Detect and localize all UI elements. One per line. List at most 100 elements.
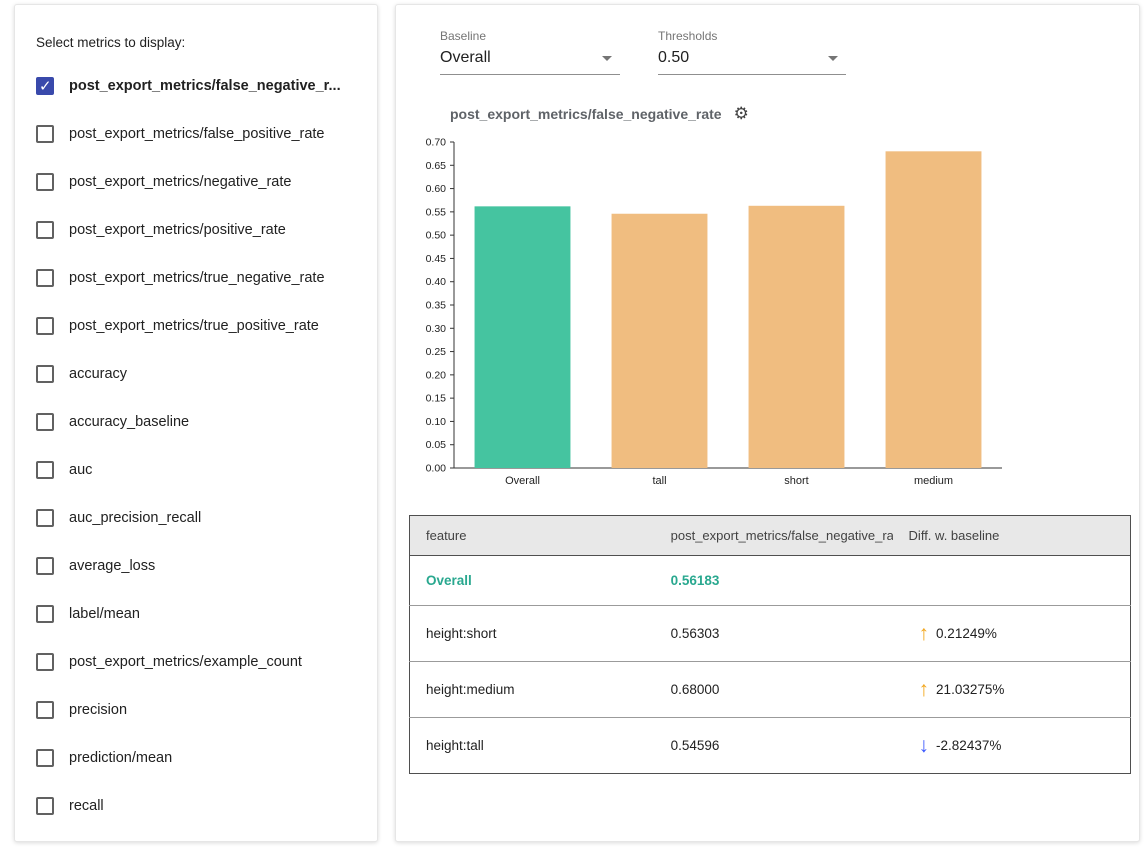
checkbox-icon[interactable]: [36, 365, 54, 383]
bar-tall[interactable]: [612, 214, 708, 468]
bar-chart: 0.000.050.100.150.200.250.300.350.400.45…: [408, 134, 1127, 501]
metric-label: post_export_metrics/true_positive_rate: [69, 318, 319, 334]
metric-checkbox-item[interactable]: accuracy: [36, 350, 359, 398]
checkbox-icon[interactable]: [36, 413, 54, 431]
metric-value-cell: 0.56303: [655, 606, 893, 662]
checkbox-icon[interactable]: [36, 317, 54, 335]
diff-inner: ↑ 0.21249%: [909, 623, 997, 644]
metric-checkbox-item[interactable]: label/mean: [36, 590, 359, 638]
thresholds-selected-value: 0.50: [658, 49, 689, 67]
checkbox-icon[interactable]: [36, 605, 54, 623]
y-tick-label: 0.65: [426, 160, 447, 172]
metric-checkbox-item[interactable]: post_export_metrics/example_count: [36, 638, 359, 686]
metric-checkbox-item[interactable]: precision: [36, 686, 359, 734]
chart-title: post_export_metrics/false_negative_rate: [450, 106, 722, 122]
chevron-down-icon: [602, 56, 612, 61]
metric-label: post_export_metrics/false_positive_rate: [69, 126, 325, 142]
metric-label: accuracy_baseline: [69, 414, 189, 430]
y-tick-label: 0.40: [426, 276, 447, 288]
metric-checkbox-item[interactable]: accuracy_baseline: [36, 398, 359, 446]
metric-selector-title: Select metrics to display:: [36, 35, 359, 50]
metric-checkbox-item[interactable]: post_export_metrics/true_negative_rate: [36, 254, 359, 302]
metric-label: accuracy: [69, 366, 127, 382]
diff-inner: ↓ -2.82437%: [909, 735, 1002, 756]
chart-header: post_export_metrics/false_negative_rate …: [450, 105, 1127, 122]
diff-arrow-icon: ↑: [919, 623, 930, 644]
diff-arrow-icon: ↓: [919, 735, 930, 756]
checkbox-icon[interactable]: [36, 461, 54, 479]
bar-chart-svg: 0.000.050.100.150.200.250.300.350.400.45…: [408, 134, 1008, 496]
diff-text: 21.03275%: [936, 682, 1004, 697]
table-row: Overall 0.56183: [410, 556, 1131, 606]
chevron-down-icon: [828, 56, 838, 61]
checkbox-icon[interactable]: [36, 701, 54, 719]
table-row: height:medium 0.68000 ↑ 21.03275%: [410, 662, 1131, 718]
checkbox-icon[interactable]: [36, 749, 54, 767]
metric-checkbox-item[interactable]: auc_precision_recall: [36, 494, 359, 542]
metric-checkbox-item[interactable]: average_loss: [36, 542, 359, 590]
y-tick-label: 0.45: [426, 253, 447, 265]
checkbox-icon[interactable]: [36, 797, 54, 815]
metric-label: auc_precision_recall: [69, 510, 201, 526]
y-tick-label: 0.55: [426, 206, 447, 218]
baseline-label: Baseline: [440, 29, 620, 43]
col-header-diff: Diff. w. baseline: [893, 516, 1131, 556]
y-tick-label: 0.00: [426, 463, 447, 475]
diff-text: 0.21249%: [936, 626, 997, 641]
col-header-feature: feature: [410, 516, 655, 556]
checkbox-icon[interactable]: [36, 509, 54, 527]
thresholds-select[interactable]: 0.50: [658, 47, 846, 75]
controls-bar: Baseline Overall Thresholds 0.50: [440, 29, 1127, 75]
checkbox-icon[interactable]: [36, 173, 54, 191]
metric-value-cell: 0.68000: [655, 662, 893, 718]
metric-checkbox-item[interactable]: recall: [36, 782, 359, 830]
metric-checkbox-item[interactable]: post_export_metrics/false_negative_r...: [36, 62, 359, 110]
metric-label: recall: [69, 798, 104, 814]
metric-label: precision: [69, 702, 127, 718]
baseline-select[interactable]: Overall: [440, 47, 620, 75]
bar-medium[interactable]: [886, 151, 982, 468]
baseline-control: Baseline Overall: [440, 29, 620, 75]
diff-arrow-icon: ↑: [919, 679, 930, 700]
metric-checkbox-item[interactable]: post_export_metrics/positive_rate: [36, 206, 359, 254]
checkbox-icon[interactable]: [36, 221, 54, 239]
metric-checkbox-item[interactable]: post_export_metrics/false_positive_rate: [36, 110, 359, 158]
feature-cell: height:tall: [410, 718, 655, 774]
bar-Overall[interactable]: [475, 206, 571, 468]
table-row: height:tall 0.54596 ↓ -2.82437%: [410, 718, 1131, 774]
metric-checkbox-item[interactable]: prediction/mean: [36, 734, 359, 782]
diff-cell: [893, 556, 1131, 606]
y-tick-label: 0.20: [426, 369, 447, 381]
table-header-row: feature post_export_metrics/false_negati…: [410, 516, 1131, 556]
y-tick-label: 0.70: [426, 137, 447, 149]
checkbox-icon[interactable]: [36, 269, 54, 287]
bar-short[interactable]: [749, 206, 845, 468]
metric-checkbox-item[interactable]: post_export_metrics/true_positive_rate: [36, 302, 359, 350]
y-tick-label: 0.60: [426, 183, 447, 195]
diff-cell: ↓ -2.82437%: [893, 718, 1131, 774]
metric-checkbox-item[interactable]: auc: [36, 446, 359, 494]
metric-label: post_export_metrics/false_negative_r...: [69, 78, 341, 94]
metrics-table: feature post_export_metrics/false_negati…: [409, 515, 1131, 774]
x-category-label: tall: [652, 475, 666, 487]
metric-label: post_export_metrics/positive_rate: [69, 222, 286, 238]
metric-selector-panel: Select metrics to display: post_export_m…: [14, 4, 378, 842]
baseline-selected-value: Overall: [440, 49, 491, 67]
x-category-label: Overall: [505, 475, 540, 487]
diff-cell: ↑ 21.03275%: [893, 662, 1131, 718]
metric-label: average_loss: [69, 558, 155, 574]
gear-icon[interactable]: ⚙: [734, 105, 749, 122]
metric-label: post_export_metrics/example_count: [69, 654, 302, 670]
page: Select metrics to display: post_export_m…: [0, 0, 1147, 856]
checkbox-icon[interactable]: [36, 77, 54, 95]
y-tick-label: 0.50: [426, 230, 447, 242]
metric-label: label/mean: [69, 606, 140, 622]
thresholds-label: Thresholds: [658, 29, 846, 43]
metric-checkbox-item[interactable]: post_export_metrics/negative_rate: [36, 158, 359, 206]
x-category-label: short: [784, 475, 808, 487]
checkbox-icon[interactable]: [36, 125, 54, 143]
diff-inner: ↑ 21.03275%: [909, 679, 1005, 700]
checkbox-icon[interactable]: [36, 557, 54, 575]
checkbox-icon[interactable]: [36, 653, 54, 671]
metric-label: post_export_metrics/negative_rate: [69, 174, 291, 190]
